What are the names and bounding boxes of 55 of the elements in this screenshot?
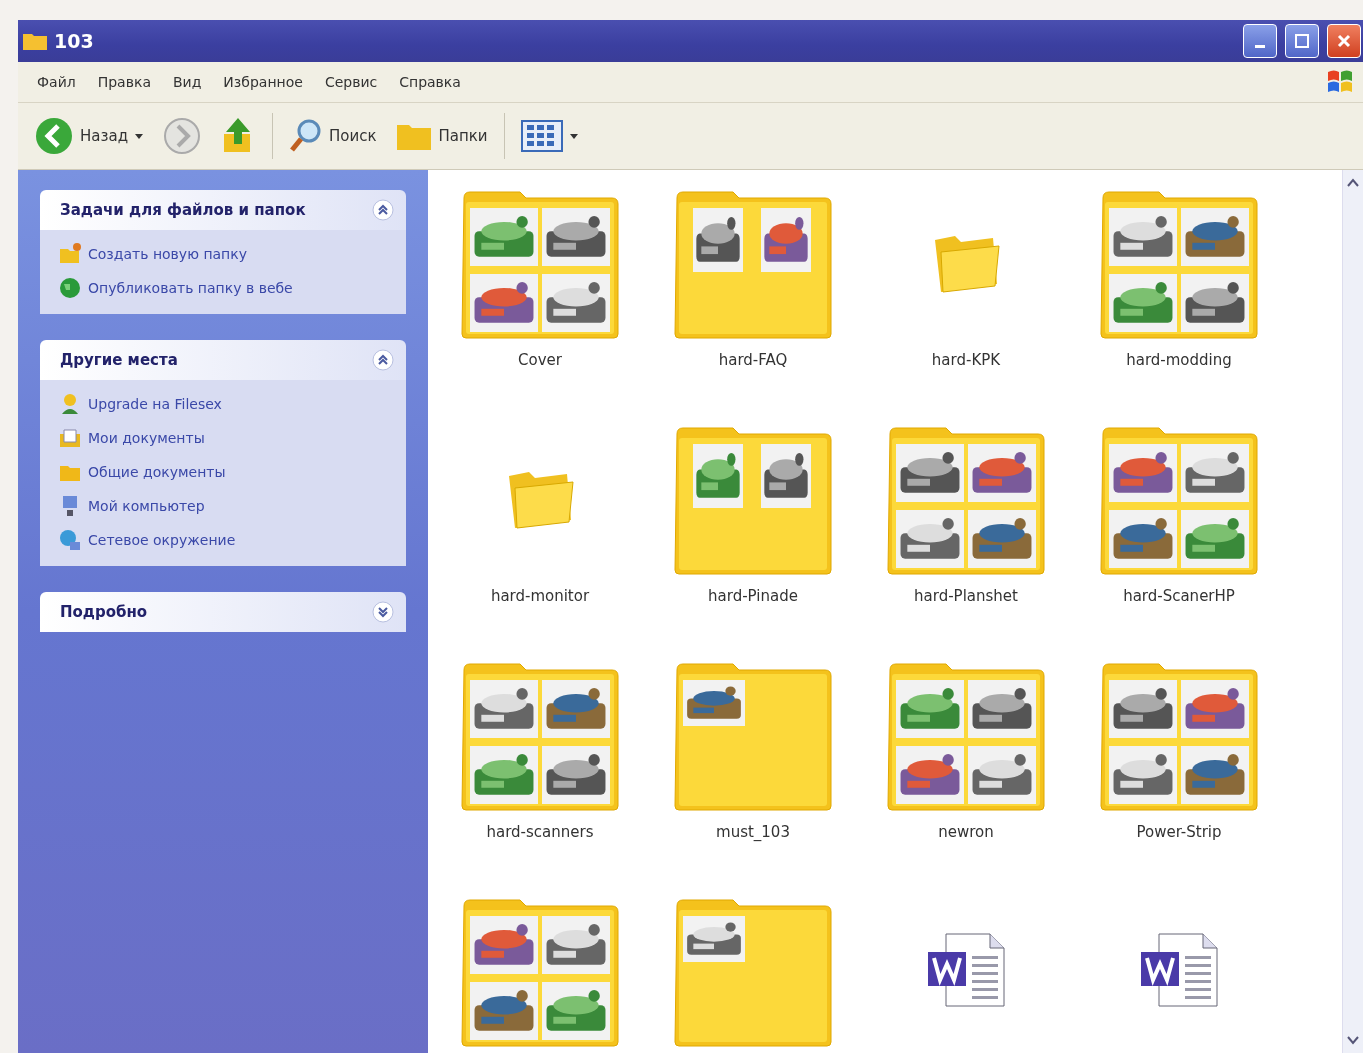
panel-title: Другие места: [60, 351, 178, 369]
window-title: 103: [54, 30, 95, 52]
views-icon: [520, 119, 563, 153]
network-icon: [58, 528, 82, 552]
folders-button[interactable]: Папки: [388, 115, 494, 157]
minimize-button[interactable]: [1243, 24, 1277, 58]
menu-item[interactable]: Справка: [388, 70, 472, 94]
file-name: hard-FAQ: [718, 351, 788, 369]
close-icon: [1336, 33, 1352, 49]
collapse-icon[interactable]: [372, 199, 394, 221]
folder-icon: [22, 31, 48, 51]
task-link[interactable]: Общие документы: [58, 460, 392, 484]
menu-item[interactable]: Избранное: [212, 70, 314, 94]
task-link[interactable]: Мои документы: [58, 426, 392, 450]
file-name: newron: [938, 823, 994, 841]
caret-icon: [568, 131, 579, 141]
file-name: hard-monitor: [490, 587, 590, 605]
maximize-button[interactable]: [1285, 24, 1319, 58]
task-link[interactable]: Создать новую папку: [58, 242, 392, 266]
minimize-icon: [1255, 44, 1265, 48]
task-link[interactable]: Мой компьютер: [58, 494, 392, 518]
scroll-down-icon[interactable]: [1347, 1035, 1359, 1045]
panel-header[interactable]: Задачи для файлов и папок: [40, 190, 406, 230]
collapse-icon[interactable]: [372, 349, 394, 371]
file-name: Power-Strip: [1136, 823, 1222, 841]
menu-item[interactable]: Вид: [161, 70, 213, 94]
new-folder-icon: [58, 242, 82, 266]
panel-header[interactable]: Другие места: [40, 340, 406, 380]
globe-icon: [58, 276, 82, 300]
search-icon: [289, 118, 323, 154]
file-name: Cover: [518, 351, 562, 369]
menu-item[interactable]: Правка: [86, 70, 162, 94]
caret-icon: [134, 131, 144, 141]
file-name: hard-scanners: [486, 823, 594, 841]
file-name: must_103: [716, 823, 790, 841]
menu-item[interactable]: Сервис: [313, 70, 389, 94]
panel-header[interactable]: Подробно: [40, 592, 406, 632]
documents-folder-icon: [58, 426, 82, 450]
expand-icon[interactable]: [372, 601, 394, 623]
file-name: hard-KPK: [931, 351, 1001, 369]
file-name: hard-ScanerHP: [1123, 587, 1235, 605]
back-button[interactable]: Назад: [28, 112, 150, 160]
close-button[interactable]: [1327, 24, 1361, 58]
file-name: hard-Planshet: [914, 587, 1018, 605]
task-link[interactable]: Upgrade на Filesex: [58, 392, 392, 416]
maximize-icon: [1294, 33, 1310, 49]
scroll-up-icon[interactable]: [1347, 178, 1359, 188]
file-name: hard-Pinade: [708, 587, 798, 605]
task-link[interactable]: Опубликовать папку в вебе: [58, 276, 392, 300]
search-button[interactable]: Поиск: [283, 114, 383, 158]
menu-item[interactable]: Файл: [26, 70, 87, 94]
panel-title: Подробно: [60, 603, 148, 621]
panel-title: Задачи для файлов и папок: [60, 201, 306, 219]
task-link[interactable]: Сетевое окружение: [58, 528, 392, 552]
file-name: hard-modding: [1126, 351, 1232, 369]
